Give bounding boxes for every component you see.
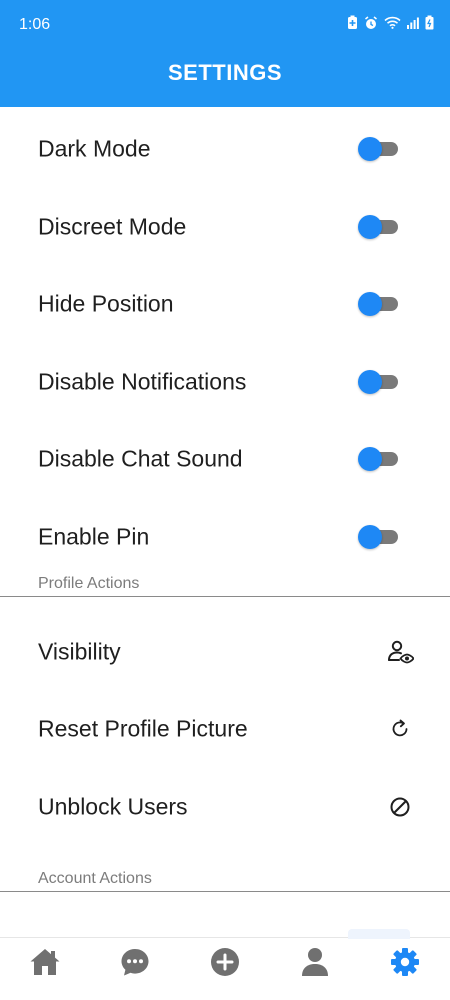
user-eye-icon[interactable] [386,638,414,666]
app-header: 1:06 SETTINGS [0,0,450,107]
dark-mode-toggle[interactable] [358,136,400,162]
nav-chat[interactable] [105,938,165,990]
setting-row-dark-mode[interactable]: Dark Mode [0,119,450,179]
action-row-unblock-users[interactable]: Unblock Users [0,777,450,837]
action-label: Unblock Users [38,793,188,820]
status-bar: 1:06 [0,0,450,48]
nav-settings[interactable] [375,938,435,990]
disable-notifications-toggle[interactable] [358,369,400,395]
chat-icon [120,947,150,982]
section-label-account-actions: Account Actions [38,870,152,887]
disable-chat-sound-toggle[interactable] [358,446,400,472]
status-icons [347,15,434,30]
setting-row-hide-position[interactable]: Hide Position [0,274,450,334]
setting-label: Hide Position [38,290,174,317]
action-row-reset-profile-picture[interactable]: Reset Profile Picture [0,699,450,759]
setting-row-enable-pin[interactable]: Enable Pin [0,507,450,567]
enable-pin-toggle[interactable] [358,524,400,550]
discreet-mode-toggle[interactable] [358,214,400,240]
action-label: Reset Profile Picture [38,715,248,742]
plus-circle-icon [210,947,240,982]
action-label: Visibility [38,638,121,665]
wifi-icon [384,16,401,29]
setting-label: Disable Notifications [38,368,247,395]
nav-add[interactable] [195,938,255,990]
person-icon [301,947,329,982]
alarm-icon [364,15,378,30]
home-icon [29,947,61,982]
setting-row-disable-chat-sound[interactable]: Disable Chat Sound [0,429,450,489]
battery-saver-icon [347,15,358,30]
setting-label: Dark Mode [38,135,151,162]
refresh-icon[interactable] [386,715,414,743]
nav-home[interactable] [15,938,75,990]
gear-icon [390,947,420,982]
section-divider [0,891,450,892]
section-label-profile-actions: Profile Actions [38,575,140,592]
setting-label: Enable Pin [38,523,150,550]
section-divider [0,596,450,597]
hide-position-toggle[interactable] [358,291,400,317]
block-icon[interactable] [386,793,414,821]
battery-icon [425,15,434,30]
bottom-nav [0,929,450,1000]
action-row-visibility[interactable]: Visibility [0,622,450,682]
setting-row-disable-notifications[interactable]: Disable Notifications [0,352,450,412]
setting-row-discreet-mode[interactable]: Discreet Mode [0,197,450,257]
setting-label: Disable Chat Sound [38,445,243,472]
nav-profile[interactable] [285,938,345,990]
page-title: SETTINGS [167,60,282,85]
setting-label: Discreet Mode [38,213,187,240]
signal-icon [407,17,419,29]
status-time: 1:06 [19,16,51,33]
